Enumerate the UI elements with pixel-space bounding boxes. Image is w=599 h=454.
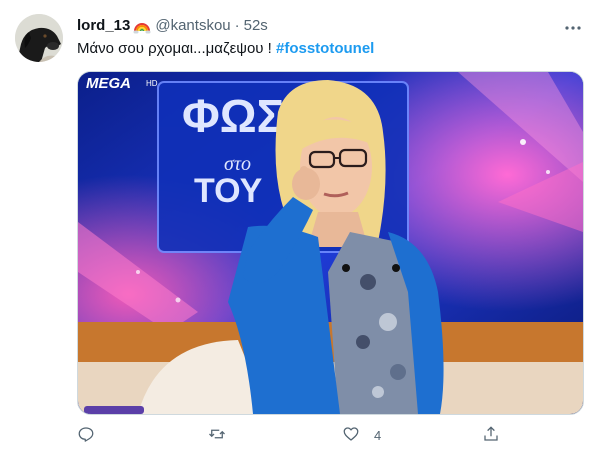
sign-top-text: ΦΩΣ	[182, 90, 284, 142]
channel-logo-suffix: HD	[146, 79, 158, 88]
share-button[interactable]	[482, 422, 500, 448]
like-icon	[342, 425, 360, 446]
studio-scene: ΦΩΣ στο ΤΟΥ MEGA HD	[78, 72, 583, 414]
separator-dot: ·	[234, 17, 240, 34]
tweet-actions: 4	[77, 422, 507, 448]
retweet-icon	[208, 425, 226, 446]
retweet-button[interactable]	[208, 422, 226, 448]
sign-bottom-text: ΤΟΥ	[194, 172, 263, 210]
dog-avatar-image	[15, 14, 63, 62]
hashtag-link[interactable]: #fosstotounel	[276, 40, 374, 57]
share-icon	[482, 425, 500, 446]
tweet-card[interactable]: lord_13 @kantskou · 52s Μάνο σου ρχομαι.…	[0, 0, 599, 454]
reply-icon	[77, 425, 95, 446]
avatar[interactable]	[15, 14, 63, 62]
timestamp[interactable]: 52s	[244, 16, 268, 36]
display-name[interactable]: lord_13	[77, 16, 130, 36]
tweet-body: Μάνο σου ρχομαι...μαζεψου !	[77, 40, 276, 57]
rainbow-icon	[133, 17, 151, 35]
more-icon[interactable]	[563, 18, 583, 38]
user-handle[interactable]: @kantskou	[155, 16, 230, 36]
tweet-text: Μάνο σου ρχομαι...μαζεψου ! #fosstotoune…	[77, 39, 374, 59]
channel-logo: MEGA	[86, 75, 131, 92]
reply-button[interactable]	[77, 422, 95, 448]
tweet-media-image[interactable]: ΦΩΣ στο ΤΟΥ MEGA HD	[77, 71, 584, 415]
like-count: 4	[374, 427, 382, 443]
tweet-header: lord_13 @kantskou · 52s	[77, 15, 584, 37]
like-button[interactable]: 4	[342, 422, 381, 448]
